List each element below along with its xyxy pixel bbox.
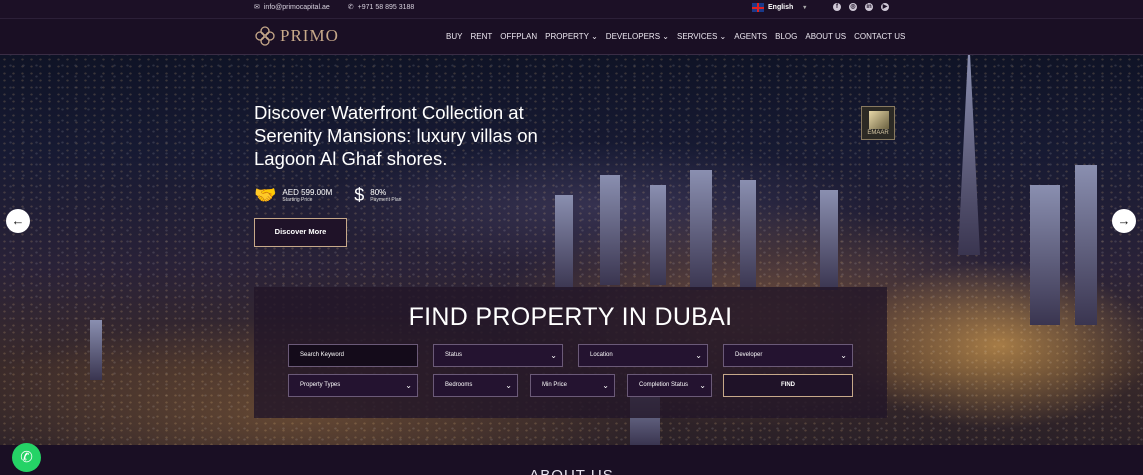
- keyword-input[interactable]: Search Keyword: [288, 344, 418, 367]
- phone-link[interactable]: ✆ +971 58 895 3188: [347, 3, 415, 12]
- slider-next-button[interactable]: →: [1112, 209, 1136, 233]
- instagram-icon[interactable]: ◎: [849, 3, 857, 11]
- payment-plan-stat: $ 80% Payment Plan: [354, 185, 401, 206]
- chevron-down-icon: ▾: [803, 5, 807, 11]
- phone-text: +971 58 895 3188: [357, 3, 415, 11]
- price-label: Starting Price: [282, 196, 313, 203]
- skyscraper-image: [600, 175, 620, 285]
- contact-info: ✉ info@primocapital.ae ✆ +971 58 895 318…: [254, 3, 415, 12]
- chevron-down-icon: ⌄: [602, 381, 609, 390]
- handshake-icon: 🤝: [254, 185, 277, 205]
- nav-item-contact-us[interactable]: CONTACT US: [854, 32, 905, 41]
- nav-item-developers-label: DEVELOPERS: [605, 32, 661, 41]
- uk-flag-icon: [752, 3, 764, 12]
- price-stat: 🤝 AED 599.00M Starting Price: [254, 185, 332, 206]
- hero-stats: 🤝 AED 599.00M Starting Price $ 80% Payme…: [254, 185, 401, 206]
- chevron-down-icon: ⌄: [550, 351, 557, 360]
- language-label: English: [768, 4, 794, 11]
- skyscraper-image: [1075, 165, 1097, 325]
- chevron-down-icon: ⌄: [405, 381, 412, 390]
- nav-item-services[interactable]: SERVICES ⌄: [677, 32, 726, 41]
- developer-logo[interactable]: EMAAR: [861, 106, 895, 140]
- whatsapp-icon: ✆: [20, 449, 33, 466]
- chevron-down-icon: ⌄: [591, 32, 598, 41]
- min-price-select-value: Min Price: [542, 382, 568, 388]
- social-links: f ◎ in ▶: [833, 3, 889, 11]
- find-button[interactable]: FIND: [723, 374, 853, 397]
- skyscraper-image: [555, 195, 573, 290]
- about-section: ABOUT US: [0, 445, 1143, 475]
- nav-item-buy[interactable]: BUY: [446, 32, 462, 41]
- emaar-logo-icon: [869, 111, 889, 129]
- bedrooms-select-value: Bedrooms: [445, 382, 473, 388]
- skyscraper-image: [740, 180, 756, 290]
- status-select[interactable]: Status ⌄: [433, 344, 563, 367]
- chevron-down-icon: ⌄: [695, 351, 702, 360]
- search-heading: FIND PROPERTY IN DUBAI: [408, 303, 733, 331]
- mail-icon: ✉: [254, 4, 260, 11]
- phone-icon: ✆: [347, 4, 354, 11]
- nav-item-developers[interactable]: DEVELOPERS ⌄: [606, 32, 669, 41]
- money-hand-icon: $: [354, 185, 365, 205]
- nav-item-rent[interactable]: RENT: [470, 32, 492, 41]
- chevron-down-icon: ⌄: [662, 32, 669, 41]
- developer-select[interactable]: Developer ⌄: [723, 344, 853, 367]
- plan-value: 80%: [370, 187, 387, 197]
- whatsapp-button[interactable]: ✆: [12, 443, 41, 472]
- skyscraper-image: [90, 320, 102, 380]
- property-types-select-value: Property Types: [300, 382, 341, 388]
- price-value: AED 599.00M: [282, 187, 333, 197]
- chevron-down-icon: ⌄: [505, 381, 512, 390]
- location-select-value: Location: [590, 352, 613, 358]
- skyscraper-image: [650, 185, 666, 285]
- language-selector[interactable]: English ▾: [752, 3, 806, 12]
- chevron-down-icon: ⌄: [699, 381, 706, 390]
- main-nav: PRIMO BUY RENT OFFPLAN PROPERTY ⌄ DEVELO…: [0, 19, 1143, 55]
- hero-title: Discover Waterfront Collection at Sereni…: [254, 102, 538, 169]
- plan-label: Payment Plan: [370, 196, 402, 203]
- hero-slider: Discover Waterfront Collection at Sereni…: [0, 55, 1143, 445]
- skyscraper-image: [820, 190, 838, 290]
- logo[interactable]: PRIMO: [254, 25, 339, 47]
- logo-mark-icon: [254, 25, 276, 47]
- nav-item-property[interactable]: PROPERTY ⌄: [545, 32, 598, 41]
- slider-prev-button[interactable]: ←: [6, 209, 30, 233]
- chevron-down-icon: ⌄: [719, 32, 727, 41]
- location-select[interactable]: Location ⌄: [578, 344, 708, 367]
- arrow-right-icon: →: [1117, 213, 1131, 228]
- arrow-left-icon: ←: [11, 213, 25, 228]
- developer-select-value: Developer: [735, 352, 763, 358]
- nav-item-offplan[interactable]: OFFPLAN: [500, 32, 537, 41]
- status-select-value: Status: [445, 352, 463, 358]
- email-text: info@primocapital.ae: [263, 3, 330, 11]
- about-heading: ABOUT US: [0, 467, 1143, 475]
- completion-status-select-value: Completion Status: [639, 382, 689, 388]
- min-price-select[interactable]: Min Price ⌄: [530, 374, 615, 397]
- facebook-icon[interactable]: f: [833, 3, 841, 11]
- top-bar: ✉ info@primocapital.ae ✆ +971 58 895 318…: [0, 0, 1143, 19]
- discover-more-button[interactable]: Discover More: [254, 218, 347, 247]
- nav-item-blog[interactable]: BLOG: [775, 32, 797, 41]
- property-types-select[interactable]: Property Types ⌄: [288, 374, 418, 397]
- chevron-down-icon: ⌄: [840, 351, 847, 360]
- nav-menu: BUY RENT OFFPLAN PROPERTY ⌄ DEVELOPERS ⌄…: [446, 32, 905, 41]
- nav-item-agents[interactable]: AGENTS: [734, 32, 767, 41]
- youtube-icon[interactable]: ▶: [881, 3, 889, 11]
- nav-item-about-us[interactable]: ABOUT US: [805, 32, 846, 41]
- nav-item-property-label: PROPERTY: [545, 32, 589, 41]
- skyscraper-image: [1030, 185, 1060, 325]
- email-link[interactable]: ✉ info@primocapital.ae: [254, 3, 330, 12]
- completion-status-select[interactable]: Completion Status ⌄: [627, 374, 712, 397]
- property-search-panel: FIND PROPERTY IN DUBAI Search Keyword St…: [254, 287, 887, 418]
- skyscraper-image: [690, 170, 712, 290]
- developer-logo-text: EMAAR: [867, 130, 889, 136]
- linkedin-icon[interactable]: in: [865, 3, 873, 11]
- nav-item-services-label: SERVICES: [676, 32, 718, 41]
- bedrooms-select[interactable]: Bedrooms ⌄: [433, 374, 518, 397]
- logo-text: PRIMO: [280, 26, 339, 45]
